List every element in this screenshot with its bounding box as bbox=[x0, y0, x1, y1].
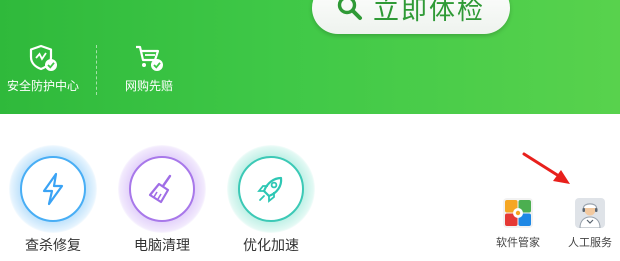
human-service-tool[interactable]: 人工服务 bbox=[568, 198, 612, 250]
software-manager-icon bbox=[503, 198, 533, 228]
banner: 立即体检 安全防护中心 网购先赔 bbox=[0, 0, 620, 114]
search-icon bbox=[337, 0, 362, 20]
shopping-compensation-entry[interactable]: 网购先赔 bbox=[125, 43, 173, 94]
scan-repair-label: 查杀修复 bbox=[25, 238, 81, 254]
support-agent-icon bbox=[575, 198, 605, 228]
optimize-speedup-label: 优化加速 bbox=[243, 238, 299, 254]
broom-icon bbox=[148, 174, 172, 204]
optimize-speedup-tool[interactable]: 优化加速 bbox=[226, 145, 316, 255]
software-manager-label: 软件管家 bbox=[496, 236, 540, 249]
human-service-label: 人工服务 bbox=[568, 236, 612, 249]
security-center-entry[interactable]: 安全防护中心 bbox=[7, 43, 79, 94]
banner-divider bbox=[96, 45, 97, 95]
check-now-label: 立即体检 bbox=[372, 0, 485, 26]
check-now-button[interactable]: 立即体检 bbox=[312, 0, 510, 34]
scan-repair-tool[interactable]: 查杀修复 bbox=[8, 145, 98, 255]
cart-check-icon bbox=[136, 45, 163, 71]
security-center-label: 安全防护中心 bbox=[7, 79, 80, 93]
lightning-icon bbox=[42, 172, 64, 206]
pc-cleanup-tool[interactable]: 电脑清理 bbox=[117, 145, 207, 255]
shopping-compensation-label: 网购先赔 bbox=[125, 79, 174, 93]
rocket-icon bbox=[257, 176, 283, 203]
pc-cleanup-label: 电脑清理 bbox=[134, 238, 190, 254]
shield-check-icon bbox=[29, 44, 57, 71]
software-manager-tool[interactable]: 软件管家 bbox=[496, 198, 540, 250]
annotation-arrow bbox=[522, 152, 570, 184]
